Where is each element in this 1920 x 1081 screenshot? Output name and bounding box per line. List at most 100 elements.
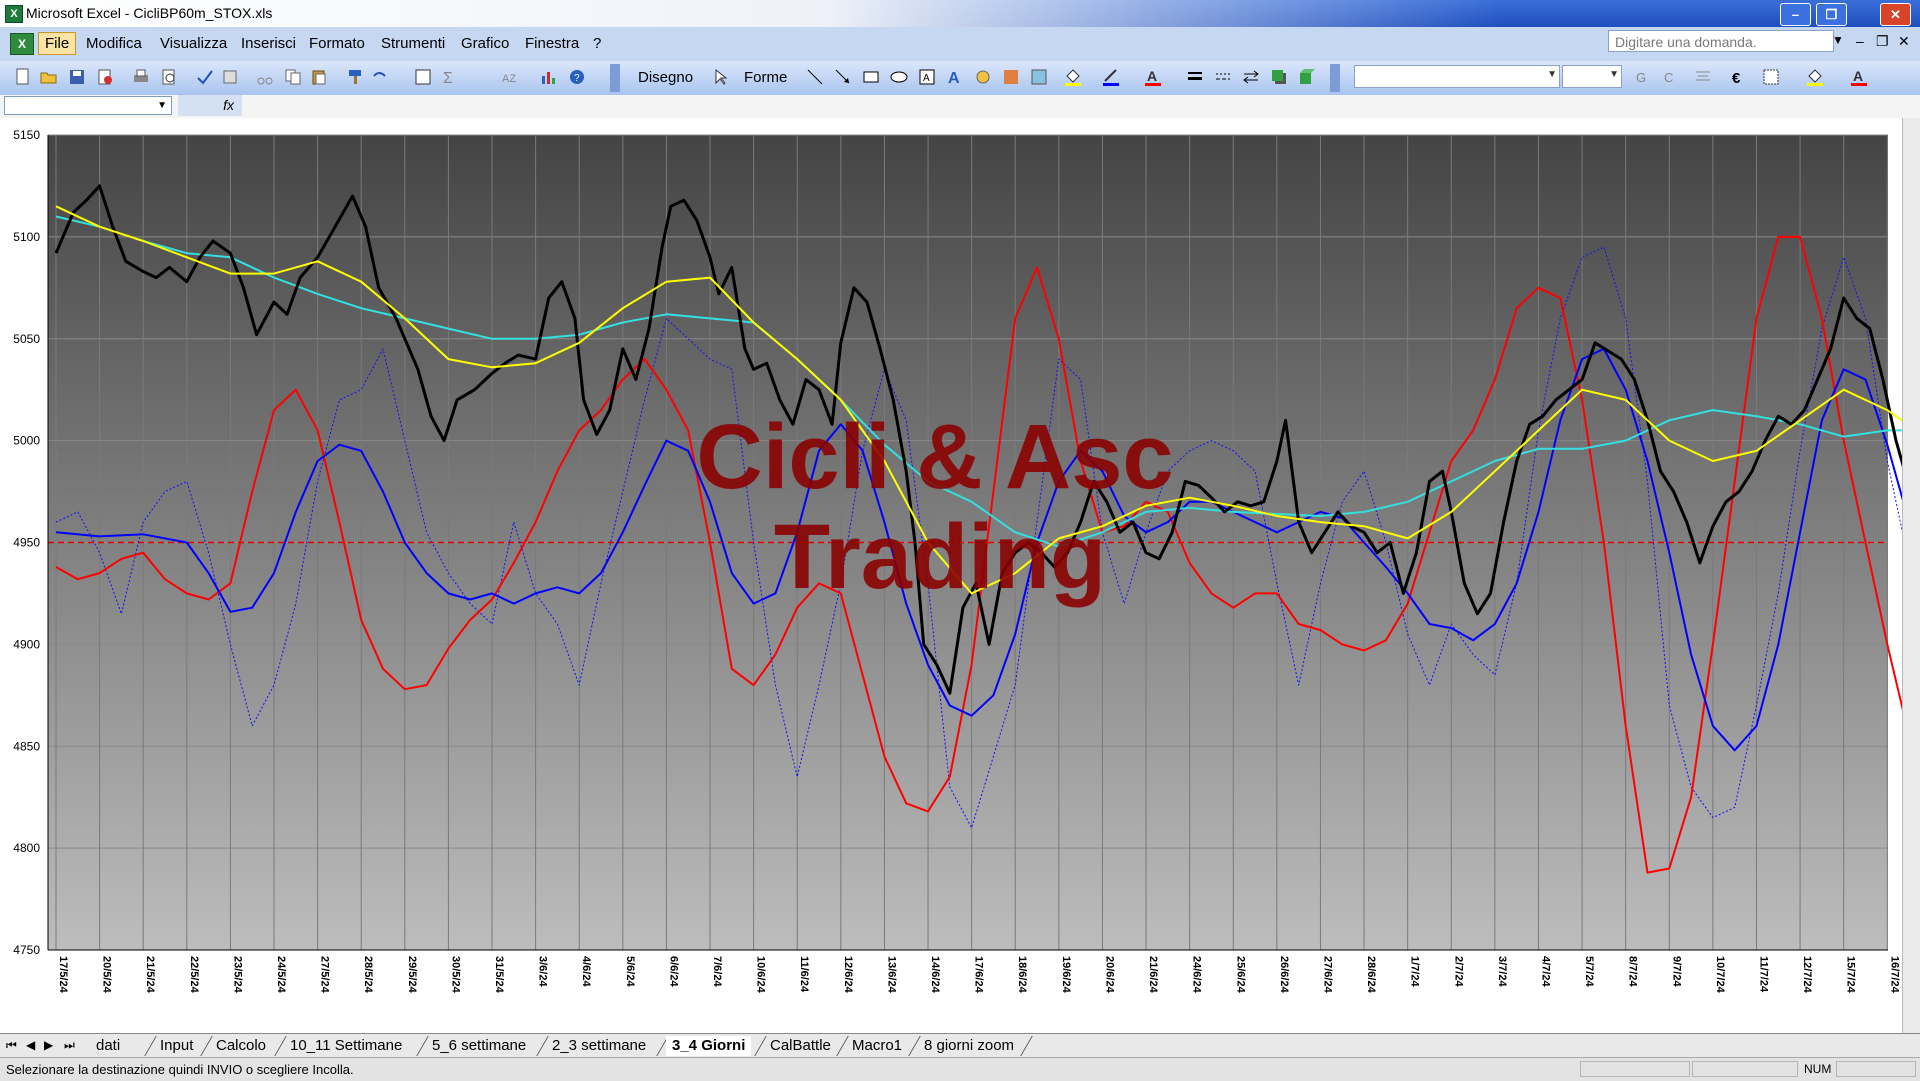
undo-icon[interactable] bbox=[370, 68, 388, 86]
arrow-style-icon[interactable] bbox=[1242, 68, 1260, 86]
y-tick-label: 5100 bbox=[13, 230, 40, 244]
open-folder-icon[interactable] bbox=[40, 68, 58, 86]
sheet-tab[interactable]: 3_4 Giorni bbox=[666, 1036, 752, 1056]
x-tick-label: 15/7/24 bbox=[1845, 956, 1857, 994]
toolbar-grip[interactable] bbox=[610, 64, 620, 92]
sheet-tabs-bar: ⏮ ◀ ▶ ⏭ dati Input Calcolo 10_11 Settimane 5… bbox=[0, 1033, 1920, 1058]
wordart-icon[interactable]: A bbox=[946, 68, 964, 86]
autoshapes-menu[interactable]: Forme bbox=[744, 69, 787, 86]
vertical-scrollbar[interactable] bbox=[1902, 118, 1920, 1033]
x-tick-label: 24/5/24 bbox=[275, 956, 287, 994]
line-icon[interactable] bbox=[806, 68, 824, 86]
print-preview-icon[interactable] bbox=[160, 68, 178, 86]
excel-app-icon[interactable]: X bbox=[5, 5, 23, 23]
close-button[interactable]: ✕ bbox=[1880, 3, 1911, 26]
format-painter-icon[interactable] bbox=[346, 68, 364, 86]
window-title: Microsoft Excel - CicliBP60m_STOX.xls bbox=[26, 5, 273, 21]
sheet-tab[interactable]: dati bbox=[90, 1036, 126, 1056]
chart-canvas[interactable]: Cicli & Asc Trading 4750 4800 4850 4900 4950… bbox=[0, 118, 1920, 1033]
next-sheet-icon[interactable]: ▶ bbox=[44, 1038, 53, 1052]
fill-color-icon[interactable] bbox=[1064, 68, 1082, 86]
menu-finestra[interactable]: Finestra bbox=[525, 35, 579, 52]
new-document-icon[interactable] bbox=[14, 68, 32, 86]
last-sheet-icon[interactable]: ⏭ bbox=[64, 1038, 75, 1053]
x-tick-label: 4/6/24 bbox=[580, 956, 592, 987]
research-icon[interactable] bbox=[222, 68, 240, 86]
num-lock-indicator: NUM bbox=[1804, 1062, 1832, 1076]
menu-strumenti[interactable]: Strumenti bbox=[381, 35, 445, 52]
prev-sheet-icon[interactable]: ◀ bbox=[26, 1038, 35, 1052]
line-color-icon[interactable] bbox=[1102, 68, 1120, 86]
line-style-icon[interactable] bbox=[1186, 68, 1204, 86]
paste-icon[interactable] bbox=[310, 68, 328, 86]
shadow-style-icon[interactable] bbox=[1270, 68, 1288, 86]
restore-window-icon[interactable]: – bbox=[1856, 33, 1864, 49]
x-tick-label: 11/6/24 bbox=[798, 956, 810, 993]
menu-file[interactable]: File bbox=[38, 32, 77, 55]
sheet-tab[interactable]: Calcolo bbox=[210, 1036, 272, 1056]
minimize-button[interactable]: – bbox=[1780, 3, 1811, 26]
sheet-tab[interactable]: Input bbox=[154, 1036, 199, 1056]
clipart-icon[interactable] bbox=[1002, 68, 1020, 86]
menu-grafico[interactable]: Grafico bbox=[461, 35, 509, 52]
insert-function-icon[interactable]: fx bbox=[178, 95, 242, 116]
euro-icon[interactable]: € bbox=[1730, 68, 1748, 86]
highlight-fill-icon[interactable] bbox=[1806, 68, 1824, 86]
menu-inserisci[interactable]: Inserisci bbox=[241, 35, 296, 52]
borders-icon[interactable] bbox=[1762, 68, 1780, 86]
decrease-indent-icon[interactable]: G bbox=[1634, 68, 1652, 86]
first-sheet-icon[interactable]: ⏮ bbox=[6, 1038, 17, 1053]
select-pointer-icon[interactable] bbox=[712, 68, 730, 86]
x-tick-label: 10/6/24 bbox=[755, 956, 767, 994]
font-size-combo[interactable]: ▼ bbox=[1562, 65, 1622, 88]
dash-style-icon[interactable] bbox=[1214, 68, 1232, 86]
rectangle-icon[interactable] bbox=[862, 68, 880, 86]
permission-icon[interactable] bbox=[96, 68, 114, 86]
menu-modifica[interactable]: Modifica bbox=[86, 35, 142, 52]
cut-icon[interactable] bbox=[256, 68, 274, 86]
menu-visualizza[interactable]: Visualizza bbox=[160, 35, 227, 52]
sheet-tab[interactable]: 8 giorni zoom bbox=[918, 1036, 1020, 1056]
sheet-tab[interactable]: 5_6 settimane bbox=[426, 1036, 532, 1056]
increase-indent-icon[interactable]: C bbox=[1662, 68, 1680, 86]
copy-icon[interactable] bbox=[284, 68, 302, 86]
toolbar-grip-2[interactable] bbox=[1330, 64, 1340, 92]
picture-icon[interactable] bbox=[1030, 68, 1048, 86]
print-icon[interactable] bbox=[132, 68, 150, 86]
chart-wizard-icon[interactable] bbox=[540, 68, 558, 86]
sheet-tab[interactable]: Macro1 bbox=[846, 1036, 908, 1056]
x-tick-label: 23/5/24 bbox=[231, 956, 243, 994]
draw-menu[interactable]: Disegno bbox=[638, 69, 693, 86]
font-color-icon[interactable]: A bbox=[1144, 68, 1162, 86]
insert-hyperlink-icon[interactable] bbox=[414, 68, 432, 86]
textbox-icon[interactable]: A bbox=[918, 68, 936, 86]
menu-formato[interactable]: Formato bbox=[309, 35, 365, 52]
help-icon[interactable]: ? bbox=[568, 68, 586, 86]
maximize-button[interactable]: ❐ bbox=[1816, 3, 1847, 26]
save-icon[interactable] bbox=[68, 68, 86, 86]
arrow-icon[interactable] bbox=[834, 68, 852, 86]
sheet-tab[interactable]: 10_11 Settimane bbox=[284, 1036, 408, 1056]
text-color-icon[interactable]: A bbox=[1850, 68, 1868, 86]
name-box-dropdown-icon[interactable]: ▼ bbox=[157, 100, 167, 111]
align-center-icon[interactable] bbox=[1694, 68, 1712, 86]
font-name-combo[interactable]: ▼ bbox=[1354, 65, 1560, 88]
menu-help[interactable]: ? bbox=[593, 35, 601, 52]
name-box[interactable]: ▼ bbox=[4, 96, 172, 115]
restore-document-icon[interactable]: ❐ bbox=[1876, 33, 1889, 50]
oval-icon[interactable] bbox=[890, 68, 908, 86]
ask-question-input[interactable]: Digitare una domanda. bbox=[1608, 30, 1834, 52]
sheet-tab[interactable]: 2_3 settimane bbox=[546, 1036, 652, 1056]
status-cell-3 bbox=[1836, 1061, 1916, 1077]
autosum-icon[interactable]: Σ bbox=[440, 68, 458, 86]
3d-style-icon[interactable] bbox=[1298, 68, 1316, 86]
chart-sheet[interactable]: Cicli & Asc Trading 4750 4800 4850 4900 4950… bbox=[0, 118, 1920, 1033]
workbook-icon[interactable]: X bbox=[10, 33, 34, 55]
svg-text:A: A bbox=[1147, 68, 1157, 84]
close-document-icon[interactable]: ✕ bbox=[1898, 33, 1910, 50]
spelling-icon[interactable] bbox=[196, 68, 214, 86]
sheet-tab[interactable]: CalBattle bbox=[764, 1036, 837, 1056]
diagram-icon[interactable] bbox=[974, 68, 992, 86]
sort-icon[interactable]: AZ bbox=[500, 68, 518, 86]
ask-dropdown-icon[interactable]: ▼ bbox=[1832, 33, 1844, 47]
